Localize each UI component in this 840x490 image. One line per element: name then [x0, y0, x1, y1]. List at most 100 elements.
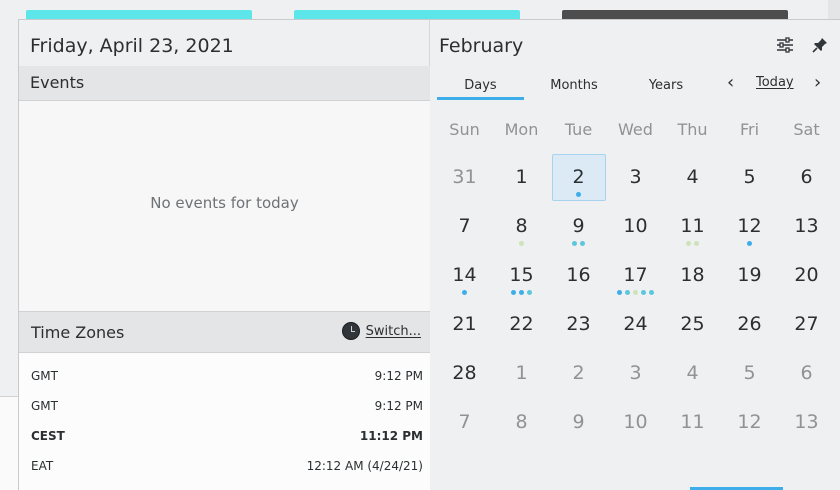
timezone-time: 11:12 PM — [359, 429, 423, 443]
timezones-header: Time Zones Switch... — [19, 311, 430, 353]
switch-timezone-button[interactable]: Switch... — [341, 322, 421, 340]
day-cell[interactable]: 2 — [550, 349, 607, 398]
day-number: 18 — [680, 264, 705, 286]
day-cell[interactable]: 12 — [721, 398, 778, 447]
day-cell[interactable]: 10 — [607, 202, 664, 251]
day-cell[interactable]: 4 — [664, 153, 721, 202]
day-cell[interactable]: 14 — [436, 251, 493, 300]
desktop-background — [0, 0, 840, 22]
weekday-label: Tue — [564, 120, 593, 139]
weekday-label: Thu — [677, 120, 708, 139]
day-cell[interactable]: 22 — [493, 300, 550, 349]
timezone-name: GMT — [31, 399, 58, 413]
day-cell[interactable]: 9 — [550, 398, 607, 447]
day-cell[interactable]: 3 — [607, 349, 664, 398]
timezones-header-label: Time Zones — [31, 323, 125, 342]
tab-months[interactable]: Months — [532, 76, 616, 100]
day-cell[interactable]: 17 — [607, 251, 664, 300]
event-indicator — [493, 290, 550, 295]
day-number: 7 — [458, 411, 471, 433]
weekday-header: Sun Mon Tue Wed Thu Fri Sat — [431, 120, 840, 140]
day-number: 27 — [794, 313, 819, 335]
day-cell[interactable]: 5 — [721, 349, 778, 398]
day-cell[interactable]: 9 — [550, 202, 607, 251]
day-cell[interactable]: 3 — [607, 153, 664, 202]
tab-days[interactable]: Days — [437, 76, 524, 100]
event-indicator — [664, 241, 721, 246]
day-cell[interactable]: 8 — [493, 398, 550, 447]
day-number: 16 — [566, 264, 591, 286]
event-dot — [519, 241, 524, 246]
day-cell[interactable]: 7 — [436, 398, 493, 447]
timezones-list: GMT 9:12 PM GMT 9:12 PM CEST 11:12 PM EAT 12:12… — [19, 353, 430, 490]
day-number: 6 — [800, 166, 813, 188]
day-cell[interactable]: 11 — [664, 202, 721, 251]
day-cell[interactable]: 13 — [778, 202, 835, 251]
day-cell[interactable]: 28 — [436, 349, 493, 398]
event-indicator — [436, 290, 493, 295]
today-button[interactable]: Today — [756, 75, 794, 90]
day-cell[interactable]: 20 — [778, 251, 835, 300]
event-dot — [694, 241, 699, 246]
day-cell[interactable]: 21 — [436, 300, 493, 349]
day-cell[interactable]: 11 — [664, 398, 721, 447]
event-indicator — [493, 241, 550, 246]
day-cell[interactable]: 26 — [721, 300, 778, 349]
clock-icon — [341, 322, 360, 340]
pin-icon[interactable] — [809, 34, 831, 56]
day-number: 5 — [743, 362, 756, 384]
day-cell[interactable]: 15 — [493, 251, 550, 300]
events-list: No events for today — [19, 101, 430, 311]
day-number: 25 — [680, 313, 705, 335]
next-month-button[interactable]: › — [814, 72, 821, 93]
events-header: Events — [19, 66, 430, 101]
event-dot — [633, 290, 638, 295]
event-dot — [617, 290, 622, 295]
day-number: 9 — [572, 411, 585, 433]
day-number: 5 — [743, 166, 756, 188]
day-cell[interactable]: 23 — [550, 300, 607, 349]
day-cell[interactable]: 1 — [493, 153, 550, 202]
agenda-panel: Friday, April 23, 2021 Events No events … — [19, 20, 430, 490]
day-number: 8 — [515, 215, 528, 237]
timezone-row: GMT 9:12 PM — [19, 391, 430, 421]
event-dot — [519, 290, 524, 295]
day-number: 19 — [737, 264, 762, 286]
day-cell[interactable]: 1 — [493, 349, 550, 398]
timezone-name: EAT — [31, 459, 54, 473]
day-cell[interactable]: 25 — [664, 300, 721, 349]
day-cell[interactable]: 10 — [607, 398, 664, 447]
weekday-label: Sun — [449, 120, 480, 139]
day-number: 11 — [680, 411, 705, 433]
day-cell[interactable]: 13 — [778, 398, 835, 447]
day-cell[interactable]: 6 — [778, 153, 835, 202]
timezone-time: 9:12 PM — [374, 399, 423, 413]
day-cell[interactable]: 31 — [436, 153, 493, 202]
configure-icon[interactable] — [774, 34, 796, 56]
event-dot — [527, 290, 532, 295]
day-cell[interactable]: 16 — [550, 251, 607, 300]
day-number: 12 — [737, 411, 762, 433]
day-number: 7 — [458, 215, 471, 237]
previous-month-button[interactable]: ‹ — [727, 72, 734, 93]
day-cell-today[interactable]: 2 — [550, 153, 607, 202]
day-cell[interactable]: 12 — [721, 202, 778, 251]
day-cell[interactable]: 8 — [493, 202, 550, 251]
day-cell[interactable]: 19 — [721, 251, 778, 300]
day-cell[interactable]: 6 — [778, 349, 835, 398]
tab-years[interactable]: Years — [624, 76, 708, 100]
day-number: 28 — [452, 362, 477, 384]
day-number: 26 — [737, 313, 762, 335]
calendar-panel: February Days Months Years ‹ Today › Sun… — [431, 20, 840, 490]
day-cell[interactable]: 27 — [778, 300, 835, 349]
day-number: 8 — [515, 411, 528, 433]
event-indicator — [721, 241, 778, 246]
day-cell[interactable]: 18 — [664, 251, 721, 300]
day-cell[interactable]: 24 — [607, 300, 664, 349]
day-cell[interactable]: 4 — [664, 349, 721, 398]
day-number: 10 — [623, 411, 648, 433]
day-cell[interactable]: 7 — [436, 202, 493, 251]
event-indicator — [550, 241, 607, 246]
calendar-popup: Friday, April 23, 2021 Events No events … — [18, 19, 840, 490]
day-cell[interactable]: 5 — [721, 153, 778, 202]
